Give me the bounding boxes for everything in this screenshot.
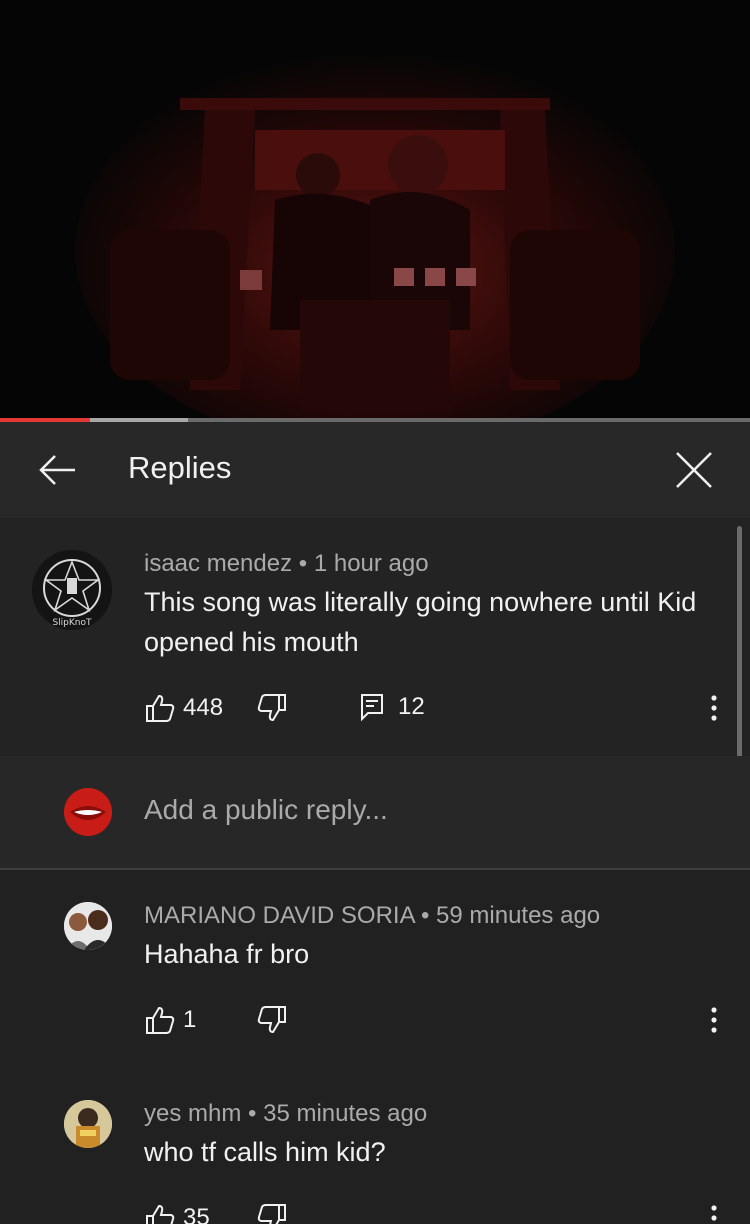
dislike-button[interactable] bbox=[257, 1005, 287, 1035]
like-count: 1 bbox=[183, 1006, 197, 1033]
comment-icon bbox=[361, 694, 383, 721]
comment-text: This song was literally going nowhere un… bbox=[144, 582, 696, 662]
dislike-button[interactable] bbox=[257, 693, 287, 723]
more-vertical-icon bbox=[711, 1007, 717, 1033]
svg-text:SlipKnoT: SlipKnoT bbox=[52, 618, 92, 628]
divider bbox=[0, 868, 750, 870]
reply-composer: Add a public reply... bbox=[0, 756, 750, 868]
meta-separator: • bbox=[420, 902, 430, 929]
thumb-up-icon bbox=[146, 1006, 175, 1034]
parent-comment: SlipKnoT isaac mendez • 1 hour ago This … bbox=[0, 518, 750, 756]
comment-meta: yes mhm • 35 minutes ago bbox=[144, 1100, 427, 1128]
comment-time: 1 hour ago bbox=[313, 550, 429, 577]
comment-text-line: This song was literally going nowhere un… bbox=[144, 587, 697, 617]
close-icon bbox=[676, 452, 712, 488]
thumb-up-icon bbox=[146, 694, 175, 722]
like-count: 448 bbox=[183, 694, 224, 721]
avatar[interactable]: SlipKnoT bbox=[32, 550, 112, 630]
thumb-down-icon bbox=[257, 694, 286, 722]
dislike-button[interactable] bbox=[257, 1203, 287, 1224]
comment-time: 35 minutes ago bbox=[263, 1100, 428, 1127]
replies-header: Replies bbox=[0, 422, 750, 518]
like-button[interactable]: 1 bbox=[145, 1005, 196, 1035]
comment-meta: isaac mendez • 1 hour ago bbox=[144, 550, 429, 578]
video-frame bbox=[0, 0, 750, 418]
more-options-button[interactable] bbox=[704, 693, 724, 723]
reply-count-button[interactable]: 12 bbox=[360, 693, 425, 721]
meta-separator: • bbox=[298, 550, 308, 577]
more-options-button[interactable] bbox=[704, 1203, 724, 1224]
thumb-down-icon bbox=[257, 1204, 286, 1224]
comment-meta: MARIANO DAVID SORIA • 59 minutes ago bbox=[144, 902, 600, 930]
close-button[interactable] bbox=[668, 444, 720, 496]
like-button[interactable]: 35 bbox=[145, 1203, 210, 1224]
video-player[interactable] bbox=[0, 0, 750, 418]
reply-count: 12 bbox=[398, 693, 425, 720]
arrow-back-icon bbox=[39, 455, 75, 485]
thumb-down-icon bbox=[257, 1006, 286, 1034]
two-people-avatar-icon bbox=[64, 902, 112, 950]
comment-author[interactable]: yes mhm bbox=[144, 1100, 241, 1127]
comment-text: Hahaha fr bro bbox=[144, 939, 310, 969]
more-options-button[interactable] bbox=[704, 1005, 724, 1035]
meta-separator: • bbox=[248, 1100, 257, 1127]
avatar[interactable] bbox=[64, 902, 112, 950]
lips-avatar-icon bbox=[64, 788, 112, 836]
back-button[interactable] bbox=[32, 446, 82, 494]
more-vertical-icon bbox=[711, 695, 717, 721]
avatar bbox=[64, 788, 112, 836]
comment-text: who tf calls him kid? bbox=[144, 1137, 386, 1167]
slipknot-logo-icon: SlipKnoT bbox=[32, 550, 112, 630]
thumb-up-icon bbox=[146, 1204, 175, 1224]
avatar[interactable] bbox=[64, 1100, 112, 1148]
anime-avatar-icon bbox=[64, 1100, 112, 1148]
comment-author[interactable]: MARIANO DAVID SORIA bbox=[144, 902, 414, 929]
header-title: Replies bbox=[128, 450, 232, 485]
like-count: 35 bbox=[183, 1204, 210, 1224]
scrollbar[interactable] bbox=[737, 526, 742, 778]
comment-author[interactable]: isaac mendez bbox=[144, 550, 292, 577]
comment-time: 59 minutes ago bbox=[436, 902, 601, 929]
comment-text-line: opened his mouth bbox=[144, 627, 359, 657]
reply-input[interactable]: Add a public reply... bbox=[144, 794, 388, 826]
more-vertical-icon bbox=[711, 1205, 717, 1221]
like-button[interactable]: 448 bbox=[145, 693, 223, 723]
